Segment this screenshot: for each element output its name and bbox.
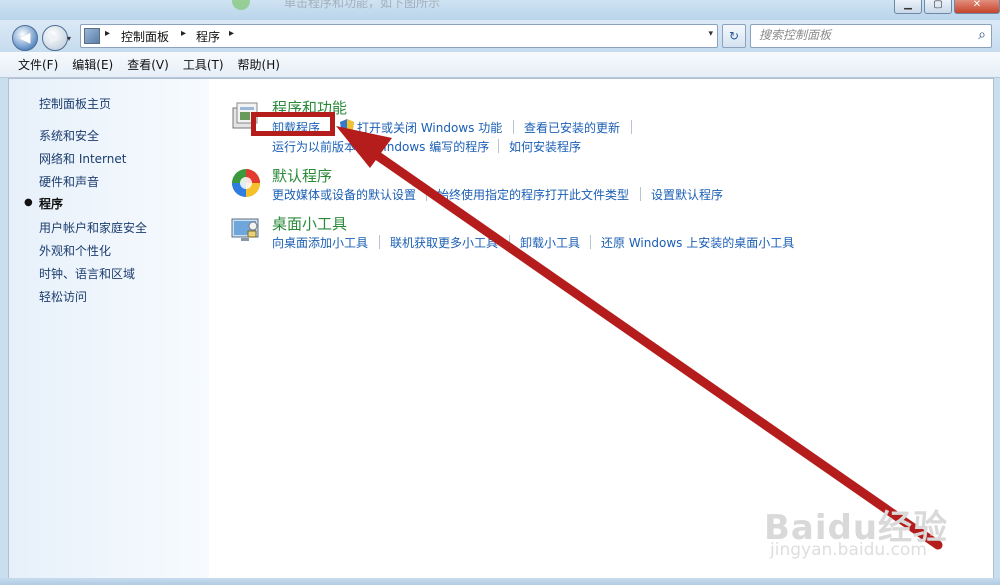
sidebar-item-network[interactable]: 网络和 Internet xyxy=(39,150,126,167)
address-row: ◀ ▶ ▾ ▸ 控制面板 ▸ 程序 ▸ ▾ ↻ ⌕ xyxy=(0,20,1000,52)
active-bullet-icon: ● xyxy=(24,197,33,208)
title-bar: 单击程序和功能，如下图所示 ▁ ▢ ✕ xyxy=(0,0,1000,20)
link-separator xyxy=(640,187,641,201)
link-separator xyxy=(631,120,632,134)
address-bar[interactable]: ▸ 控制面板 ▸ 程序 ▸ ▾ xyxy=(80,24,718,48)
sidebar-item-ease-of-access[interactable]: 轻松访问 xyxy=(39,288,87,305)
menu-file[interactable]: 文件(F) xyxy=(18,56,58,73)
how-to-install-link[interactable]: 如何安装程序 xyxy=(509,138,581,155)
search-input[interactable] xyxy=(751,25,964,45)
sidebar-item-system-security[interactable]: 系统和安全 xyxy=(39,127,99,144)
link-separator xyxy=(498,139,499,153)
sidebar-item-appearance[interactable]: 外观和个性化 xyxy=(39,242,111,259)
category-title-desktop-gadgets[interactable]: 桌面小工具 xyxy=(272,213,347,234)
back-button[interactable]: ◀ xyxy=(12,25,38,51)
view-installed-updates-link[interactable]: 查看已安装的更新 xyxy=(524,119,620,136)
default-programs-icon[interactable] xyxy=(230,167,262,199)
menu-view[interactable]: 查看(V) xyxy=(127,56,169,73)
minimize-button[interactable]: ▁ xyxy=(894,0,922,14)
forward-button[interactable]: ▶ xyxy=(42,25,68,51)
breadcrumb-separator-icon[interactable]: ▸ xyxy=(181,28,186,39)
link-separator xyxy=(509,235,510,249)
window-controls: ▁ ▢ ✕ xyxy=(894,0,1000,14)
menu-tools[interactable]: 工具(T) xyxy=(183,56,224,73)
breadcrumb-separator-icon[interactable]: ▸ xyxy=(229,28,234,39)
category-title-default-programs[interactable]: 默认程序 xyxy=(272,165,332,186)
menu-bar: 文件(F) 编辑(E) 查看(V) 工具(T) 帮助(H) xyxy=(0,52,1000,78)
link-separator xyxy=(590,235,591,249)
restore-gadgets-link[interactable]: 还原 Windows 上安装的桌面小工具 xyxy=(601,234,794,251)
get-more-gadgets-link[interactable]: 联机获取更多小工具 xyxy=(390,234,498,251)
link-separator xyxy=(513,120,514,134)
control-panel-icon xyxy=(84,28,100,44)
set-default-programs-link[interactable]: 设置默认程序 xyxy=(651,186,723,203)
close-button[interactable]: ✕ xyxy=(954,0,1000,14)
menu-help[interactable]: 帮助(H) xyxy=(238,56,280,73)
window-bottom-border xyxy=(0,578,1000,585)
sidebar-item-clock-region[interactable]: 时钟、语言和区域 xyxy=(39,265,135,282)
uac-shield-icon xyxy=(340,119,354,134)
sidebar: 控制面板主页 系统和安全 网络和 Internet 硬件和声音 ● 程序 用户帐… xyxy=(9,79,209,579)
menu-edit[interactable]: 编辑(E) xyxy=(72,56,113,73)
faded-title-text: 单击程序和功能，如下图所示 xyxy=(284,0,441,10)
sidebar-item-programs[interactable]: 程序 xyxy=(39,195,63,212)
run-older-programs-link[interactable]: 运行为以前版本的 Windows 编写的程序 xyxy=(272,138,489,155)
link-separator xyxy=(379,235,380,249)
faded-step-badge xyxy=(232,0,250,10)
search-box[interactable]: ⌕ xyxy=(750,24,992,48)
recent-pages-dropdown-icon[interactable]: ▾ xyxy=(67,34,71,43)
breadcrumb-separator-icon[interactable]: ▸ xyxy=(105,28,110,39)
link-separator xyxy=(426,187,427,201)
always-use-program-link[interactable]: 始终使用指定的程序打开此文件类型 xyxy=(437,186,629,203)
breadcrumb-control-panel[interactable]: 控制面板 xyxy=(121,28,169,45)
sidebar-item-user-accounts[interactable]: 用户帐户和家庭安全 xyxy=(39,219,147,236)
address-dropdown-icon[interactable]: ▾ xyxy=(708,29,713,39)
add-gadgets-link[interactable]: 向桌面添加小工具 xyxy=(272,234,368,251)
gadgets-icon[interactable] xyxy=(230,214,262,246)
change-media-defaults-link[interactable]: 更改媒体或设备的默认设置 xyxy=(272,186,416,203)
breadcrumb-programs[interactable]: 程序 xyxy=(196,28,220,45)
sidebar-item-home[interactable]: 控制面板主页 xyxy=(39,95,111,112)
sidebar-item-hardware[interactable]: 硬件和声音 xyxy=(39,173,99,190)
annotation-highlight-box xyxy=(251,112,335,136)
refresh-button[interactable]: ↻ xyxy=(722,24,746,48)
uninstall-gadget-link[interactable]: 卸载小工具 xyxy=(520,234,580,251)
search-icon[interactable]: ⌕ xyxy=(978,27,986,43)
maximize-button[interactable]: ▢ xyxy=(924,0,952,14)
turn-windows-features-link[interactable]: 打开或关闭 Windows 功能 xyxy=(357,119,502,136)
baidu-watermark-url: jingyan.baidu.com xyxy=(770,540,927,560)
